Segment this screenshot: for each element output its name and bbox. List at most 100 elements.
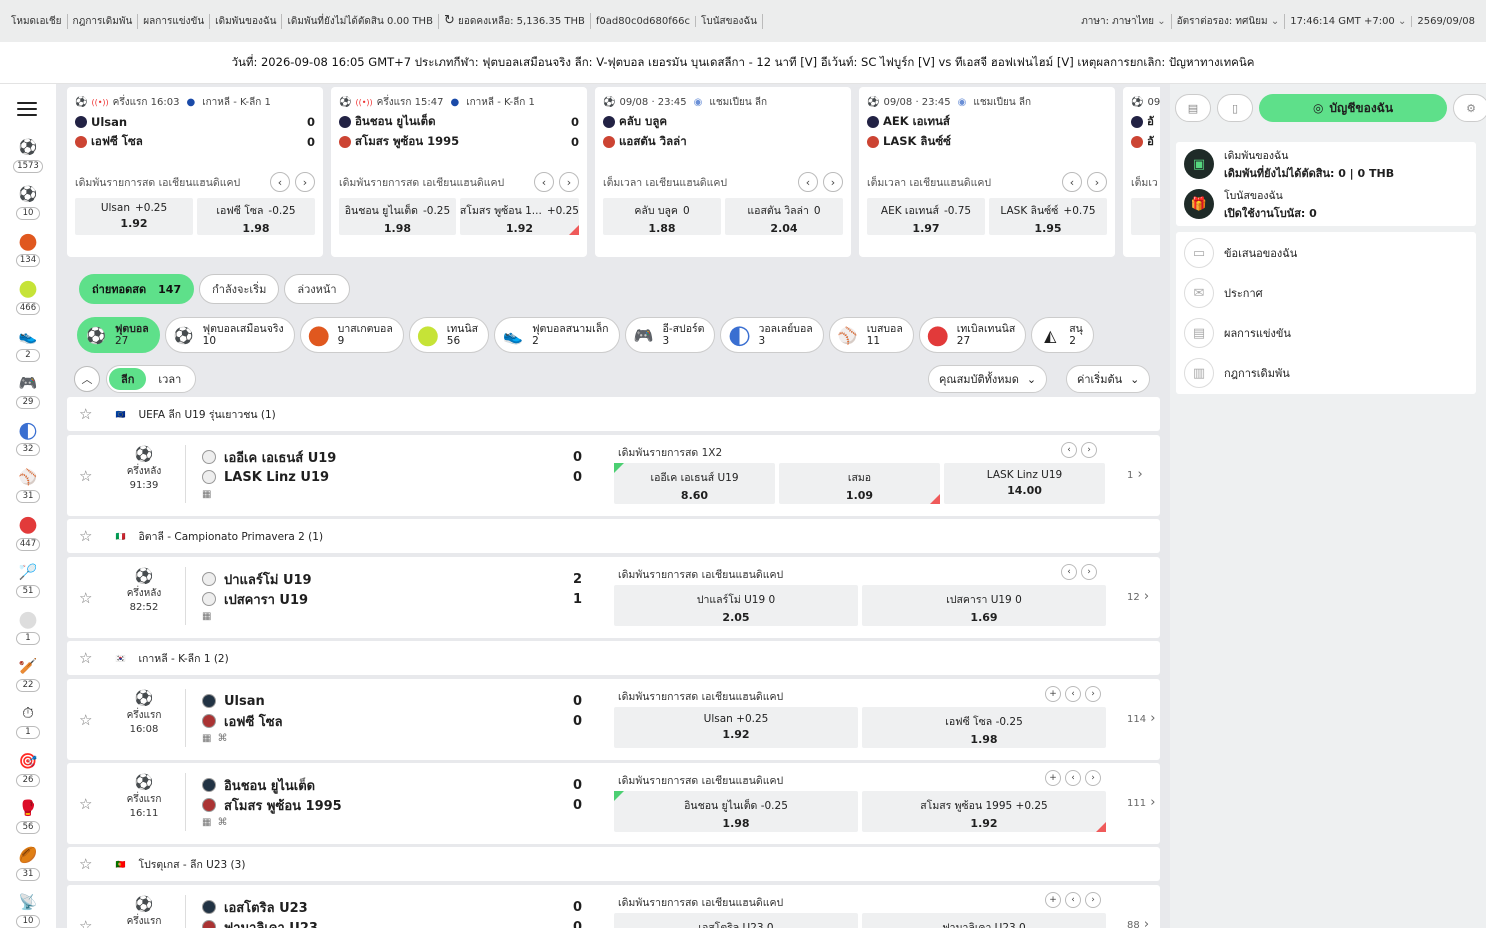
sport-chip[interactable]: ◐ วอลเลย์บอล 3 (720, 317, 824, 353)
sidebar-sport[interactable]: ⏱ 1 (12, 702, 44, 740)
odds-button[interactable]: เสมอ 1.09 (779, 463, 940, 504)
next-market-button[interactable]: › (295, 172, 315, 192)
odds-button[interactable]: LASK ลินซ์ซ์ +0.75 1.95 (989, 198, 1107, 235)
sidebar-sport[interactable]: 🥊 56 (12, 797, 44, 834)
next-market-button[interactable]: › (1085, 892, 1101, 908)
asian-mode-link[interactable]: โหมดเอเชีย (6, 13, 68, 29)
refresh-icon[interactable]: ↻ (444, 13, 455, 28)
more-markets-link[interactable]: 12 › (1127, 589, 1149, 604)
match-row[interactable]: ☆ ⚽ ครึ่งแรก 16:08 Ulsan 0 เอฟซี โซล 0 ▦ ⌘ เดิมพัน… (67, 679, 1160, 760)
sidebar-sport[interactable]: ⚽ 10 (12, 183, 44, 221)
betslip-icon[interactable]: ▤ (1175, 94, 1211, 122)
my-bets-item[interactable]: ▣ เดิมพันของฉัน เดิมพันที่ยังไม่ได้ตัดสิน… (1176, 144, 1476, 184)
more-markets-link[interactable]: 111 › (1127, 795, 1155, 810)
odds-button[interactable]: เอฟซี โซล -0.25 1.98 (197, 198, 315, 235)
my-account-button[interactable]: ◎ บัญชีของฉัน (1259, 94, 1447, 122)
prev-market-button[interactable]: ‹ (534, 172, 554, 192)
menu-icon[interactable] (17, 102, 37, 116)
odds-button[interactable]: อินชอน ยูไนเต็ด -0.25 1.98 (614, 791, 858, 832)
sport-chip[interactable]: ⚾ เบสบอล 11 (828, 317, 914, 353)
prev-market-button[interactable]: ‹ (1065, 686, 1081, 702)
sidebar-sport[interactable]: 🎯 26 (12, 750, 44, 787)
sport-chip[interactable]: ⚽ ฟุตบอล 27 (77, 317, 160, 353)
next-market-button[interactable]: › (1081, 564, 1097, 580)
next-market-button[interactable]: › (1087, 172, 1107, 192)
tab-upcoming[interactable]: กำลังจะเริ่ม (199, 274, 280, 304)
sidebar-sport[interactable]: ● 1 (12, 607, 44, 645)
prev-market-button[interactable]: ‹ (1062, 172, 1082, 192)
clock[interactable]: 17:46:14 GMT +7:00 (1285, 15, 1413, 27)
my-bets-link[interactable]: เดิมพันของฉัน (210, 13, 283, 29)
league-header[interactable]: ☆ 🇵🇹 โปรตุเกส - ลีก U23 (3) (67, 847, 1160, 881)
sidebar-sport[interactable]: 🏏 22 (12, 655, 44, 693)
sidebar-sport[interactable]: 👟 2 (12, 325, 44, 362)
odds-button[interactable]: เอฟซี โซล -0.25 1.98 (862, 707, 1106, 748)
sidebar-sport[interactable]: ● 466 (12, 276, 44, 315)
odds-button[interactable]: สโมสร พูซ้อน 1... +0.25 1.92 (459, 198, 579, 235)
view-by-time[interactable]: เวลา (146, 368, 193, 390)
next-market-button[interactable]: › (1085, 686, 1101, 702)
next-market-button[interactable]: › (559, 172, 579, 192)
odds-button[interactable]: AEK เอเทนส์ -0.75 1.97 (867, 198, 985, 235)
cashout-icon[interactable]: ▯ (1217, 94, 1253, 122)
settings-icon[interactable]: ⚙ (1453, 94, 1486, 122)
star-icon[interactable]: ☆ (79, 527, 92, 545)
prev-market-button[interactable]: ‹ (1061, 564, 1077, 580)
all-properties-dropdown[interactable]: คุณสมบัติทั้งหมด ⌄ (928, 365, 1048, 393)
match-row[interactable]: ☆⚽ครึ่งแรกเอสโตริล U230ฟามาลิเคา U230▦⌘เ… (67, 885, 1160, 928)
star-icon[interactable]: ☆ (79, 711, 92, 729)
odds-button[interactable]: Ulsan +0.25 1.92 (75, 198, 193, 235)
my-offers-item[interactable]: ▭ ข้อเสนอของฉัน (1176, 233, 1476, 273)
odds-format-select[interactable]: อัตราต่อรอง: ทศนิยม (1172, 13, 1286, 29)
league-header[interactable]: ☆ 🇰🇷 เกาหลี - K-ลีก 1 (2) (67, 641, 1160, 675)
sport-chip[interactable]: 👟 ฟุตบอลสนามเล็ก 2 (494, 317, 620, 353)
tab-future[interactable]: ล่วงหน้า (284, 274, 350, 304)
match-row[interactable]: ☆ ⚽ ครึ่งหลัง 82:52 ปาแลร์โม่ U19 2 เปสคารา U1… (67, 557, 1160, 638)
odds-button[interactable]: อินชอน ยูไนเต็ด -0.25 1.98 (339, 198, 456, 235)
star-icon[interactable]: ☆ (79, 649, 92, 667)
featured-match-card[interactable]: ⚽ ((•)) ครึ่งแรก 15:47 ● เกาหลี - K-ลีก 1 อิน… (331, 87, 587, 257)
odds-button[interactable]: Ulsan +0.25 1.92 (614, 707, 858, 748)
sidebar-sport[interactable]: ● 134 (12, 229, 44, 268)
star-icon[interactable]: ☆ (79, 467, 92, 485)
sport-chip[interactable]: 🎮 อี-สปอร์ต 3 (624, 317, 716, 353)
sport-chip[interactable]: ⚽ ฟุตบอลเสมือนจริง 10 (164, 317, 295, 353)
prev-market-button[interactable]: ‹ (270, 172, 290, 192)
sidebar-sport[interactable]: 📡 10 (12, 891, 44, 928)
field-icon[interactable]: ▦ (202, 611, 211, 622)
odds-button[interactable]: เอสโตริล U23 0 (614, 913, 858, 928)
sport-chip[interactable]: ● เทนนิส 56 (408, 317, 490, 353)
star-icon[interactable]: ☆ (79, 917, 92, 928)
odds-button[interactable]: อัล อิ (1131, 198, 1160, 235)
sport-chip[interactable]: ◭ สนุ 2 (1031, 317, 1094, 353)
sport-chip[interactable]: ● บาสเกตบอล 9 (299, 317, 404, 353)
odds-button[interactable]: ปาแลร์โม่ U19 0 2.05 (614, 585, 858, 626)
sidebar-sport[interactable]: ◐ 32 (12, 418, 44, 457)
results-link[interactable]: ผลการแข่งขัน (138, 13, 211, 29)
next-market-button[interactable]: › (1081, 442, 1097, 458)
more-markets-link[interactable]: 1 › (1127, 467, 1143, 482)
more-markets-link[interactable]: 114 › (1127, 711, 1155, 726)
field-icon[interactable]: ▦ (202, 733, 211, 744)
odds-button[interactable]: LASK Linz U19 14.00 (944, 463, 1105, 504)
tab-live[interactable]: ถ่ายทอดสด 147 (79, 274, 195, 304)
star-icon[interactable]: ☆ (79, 795, 92, 813)
sidebar-sport[interactable]: 🎮 29 (12, 372, 44, 409)
featured-match-card[interactable]: ⚽ 09/08 · 23:45 ◉ แชมเปียน ลีก คลับ บลูค แอสต… (595, 87, 851, 257)
odds-button[interactable]: สโมสร พูซ้อน 1995 +0.25 1.92 (862, 791, 1106, 832)
sidebar-sport[interactable]: 🏸 51 (12, 561, 44, 598)
league-header[interactable]: ☆ 🇪🇺 UEFA ลีก U19 รุ่นเยาวชน (1) (67, 397, 1160, 431)
sidebar-sport[interactable]: 🏉 31 (12, 844, 44, 881)
betting-rules-link[interactable]: กฎการเดิมพัน (68, 13, 139, 29)
odds-button[interactable]: ฟามาลิเคา U23 0 (862, 913, 1106, 928)
match-row[interactable]: ☆ ⚽ ครึ่งหลัง 91:39 เออีเค เอเธนส์ U19 0 LASK … (67, 435, 1160, 516)
lineup-icon[interactable]: ⌘ (217, 817, 227, 828)
sport-chip[interactable]: ● เทเบิลเทนนิส 27 (918, 317, 1027, 353)
next-market-button[interactable]: › (1085, 770, 1101, 786)
odds-button[interactable]: เออีเค เอเธนส์ U19 8.60 (614, 463, 775, 504)
announcements-item[interactable]: ✉ ประกาศ (1176, 273, 1476, 313)
league-header[interactable]: ☆ 🇮🇹 อิตาลี - Campionato Primavera 2 (1) (67, 519, 1160, 553)
prev-market-button[interactable]: ‹ (798, 172, 818, 192)
add-icon[interactable]: + (1045, 686, 1061, 702)
sidebar-sport[interactable]: ● 447 (12, 512, 44, 551)
